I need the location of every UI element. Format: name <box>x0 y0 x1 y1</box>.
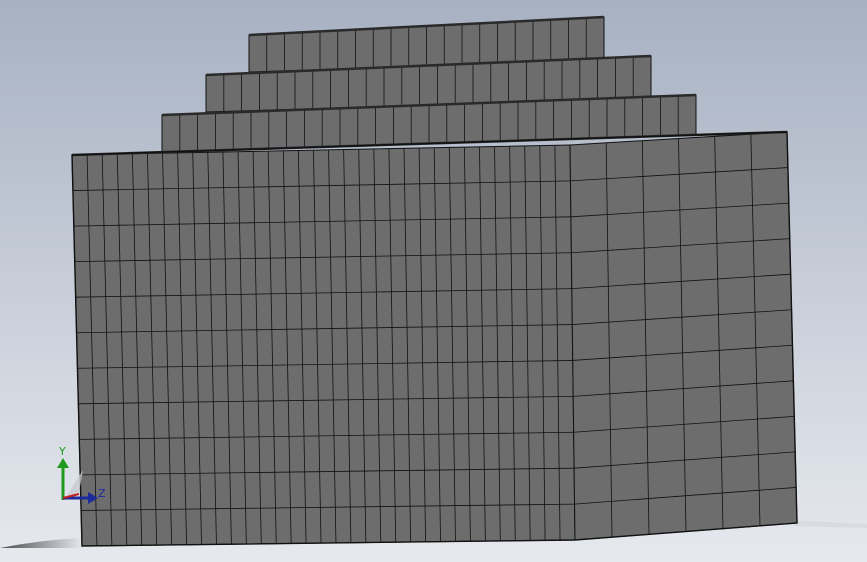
mesh-front-right-face <box>569 131 798 541</box>
model-view[interactable]: Y Z <box>0 0 867 562</box>
y-axis-label: Y <box>58 445 66 458</box>
mesh-front-left <box>71 144 576 547</box>
graphics-viewport[interactable]: Y Z <box>0 0 867 562</box>
z-axis-label: Z <box>98 487 106 500</box>
mesh-front-right <box>569 131 798 541</box>
